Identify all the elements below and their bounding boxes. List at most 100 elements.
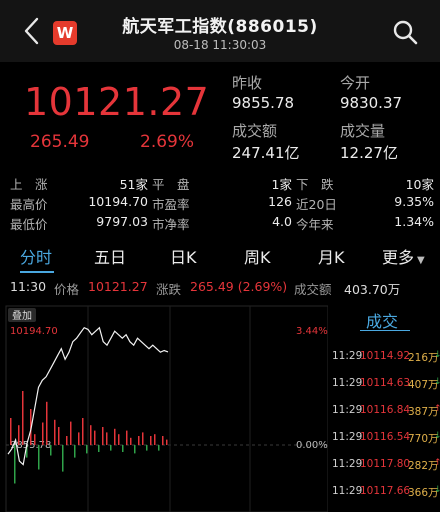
- volume-bar: [122, 445, 124, 452]
- stats-grid: 上 涨 51家 平 盘 1家 下 跌 10家 最高价 10194.70 市盈率 …: [0, 170, 440, 232]
- volume-bar: [78, 432, 80, 445]
- turnover-value: 247.41亿: [232, 144, 300, 162]
- volume-label: 成交量: [340, 122, 386, 140]
- trade-panel-title[interactable]: 成交: [366, 308, 398, 332]
- info-time: 11:30: [10, 279, 47, 294]
- volume-bar: [130, 437, 132, 445]
- tab-more-label: 更多: [382, 248, 415, 267]
- volume-bar: [98, 445, 100, 452]
- volume-bar: [58, 427, 60, 445]
- info-change: 265.49 (2.69%): [190, 279, 288, 294]
- volume-bar: [70, 421, 72, 445]
- pe-value: 126: [268, 194, 292, 209]
- ytd-value: 1.34%: [394, 214, 434, 229]
- top-bar: W 航天军工指数(886015) 08-18 11:30:03: [0, 0, 440, 62]
- volume-bar: [42, 422, 44, 445]
- search-icon[interactable]: [392, 19, 418, 45]
- trade-row: 11:29 10114.63 407万 ↓: [330, 377, 440, 395]
- trade-row: 11:29 10116.84 387万 ↑: [330, 404, 440, 422]
- info-price-label: 价格: [54, 282, 80, 297]
- chart-top-price: 10194.70: [10, 326, 58, 337]
- volume-bar: [66, 436, 68, 445]
- trade-price: 10116.54: [360, 431, 411, 443]
- open-value: 9830.37: [340, 94, 403, 112]
- flat-count-value: 1家: [271, 177, 292, 192]
- dropdown-triangle-icon: ▼: [417, 255, 425, 266]
- trade-price: 10114.92: [360, 350, 411, 362]
- tab-intraday[interactable]: 分时: [20, 244, 52, 268]
- volume-bar: [54, 419, 56, 445]
- tab-weekly-k[interactable]: 周K: [244, 244, 271, 268]
- volume-bar: [102, 427, 104, 445]
- pb-label: 市净率: [152, 217, 190, 232]
- quote-panel: 10121.27 265.49 2.69% 昨收 9855.78 今开 9830…: [0, 62, 440, 162]
- tab-five-day[interactable]: 五日: [94, 244, 126, 268]
- trade-direction: ↓: [434, 377, 440, 387]
- update-time: 08-18 11:30:03: [173, 38, 267, 52]
- high-label: 最高价: [10, 197, 48, 212]
- turnover-label: 成交额: [232, 122, 278, 140]
- volume-bar: [166, 439, 168, 445]
- trade-time: 11:29: [332, 350, 363, 362]
- intraday-chart[interactable]: 叠加 10194.70 3.44% 9855.78 0.00%: [0, 304, 329, 512]
- volume-bar: [118, 434, 120, 445]
- volume-bar: [94, 430, 96, 445]
- price-change-pct: 2.69%: [140, 132, 195, 152]
- low-label: 最低价: [10, 217, 48, 232]
- volume-value: 12.27亿: [340, 144, 398, 162]
- overlay-button[interactable]: 叠加: [12, 310, 32, 322]
- volume-bar: [106, 432, 108, 445]
- tab-more[interactable]: 更多 ▼: [382, 244, 425, 268]
- pb-value: 4.0: [272, 214, 292, 229]
- volume-bar: [150, 436, 152, 445]
- trade-direction: ↑: [434, 458, 440, 468]
- trade-row: 11:29 10114.92 216万 ↓: [330, 350, 440, 368]
- intraday-chart-svg: 叠加 10194.70 3.44% 9855.78 0.00%: [5, 305, 329, 512]
- info-change-label: 涨跌: [156, 282, 182, 297]
- d20-label: 近20日: [296, 197, 337, 212]
- crosshair-info: 11:30 价格 10121.27 涨跌 265.49 (2.69%) 成交额 …: [0, 274, 440, 300]
- volume-bar: [110, 445, 112, 451]
- volume-bar: [158, 445, 160, 451]
- price-change: 265.49: [30, 132, 90, 152]
- volume-bar: [142, 432, 144, 445]
- up-count-label: 上 涨: [10, 177, 48, 192]
- tab-daily-k[interactable]: 日K: [170, 244, 197, 268]
- trade-time: 11:29: [332, 485, 363, 497]
- page-title: 航天军工指数(886015): [122, 17, 318, 37]
- tab-monthly-k[interactable]: 月K: [318, 244, 345, 268]
- info-price: 10121.27: [88, 279, 148, 294]
- volume-bar: [14, 445, 16, 484]
- active-tab-indicator: [20, 271, 54, 273]
- trade-time: 11:29: [332, 431, 363, 443]
- flat-count-label: 平 盘: [152, 177, 190, 192]
- volume-bar: [22, 391, 24, 445]
- volume-bar: [114, 428, 116, 445]
- chart-tabs: 分时 五日 日K 周K 月K 更多 ▼: [0, 240, 440, 274]
- volume-bar: [74, 445, 76, 458]
- volume-bar: [90, 425, 92, 445]
- volume-bar: [138, 436, 140, 445]
- trade-time: 11:29: [332, 458, 363, 470]
- prev-close-value: 9855.78: [232, 94, 295, 112]
- trade-price: 10116.84: [360, 404, 411, 416]
- volume-bar: [134, 445, 136, 454]
- trade-direction: ↑: [434, 404, 440, 414]
- volume-bar: [154, 434, 156, 445]
- down-count-label: 下 跌: [296, 177, 334, 192]
- prev-close-label: 昨收: [232, 74, 263, 92]
- trade-time: 11:29: [332, 404, 363, 416]
- trade-price: 10117.80: [360, 458, 411, 470]
- chart-base-pct: 0.00%: [296, 440, 328, 451]
- volume-bar: [82, 418, 84, 445]
- trade-panel: 成交 11:29 10114.92 216万 ↓ 11:29 10114.63 407万 ↓ 1…: [330, 304, 440, 512]
- up-count-value: 51家: [119, 177, 148, 192]
- d20-value: 9.35%: [394, 194, 434, 209]
- volume-bar: [62, 445, 64, 472]
- trade-price: 10114.63: [360, 377, 411, 389]
- trade-row: 11:29 10117.66 366万 ↓: [330, 485, 440, 503]
- trade-panel-underline: [360, 330, 410, 331]
- volume-bar: [162, 436, 164, 445]
- volume-bar: [10, 418, 12, 445]
- volume-bar: [146, 445, 148, 451]
